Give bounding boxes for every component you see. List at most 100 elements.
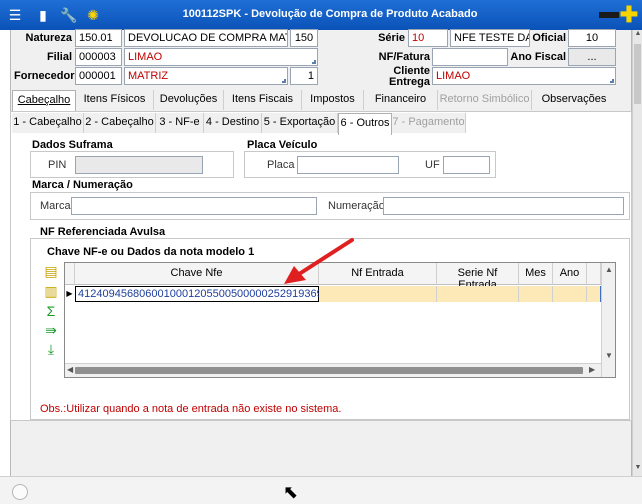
scrollbar-thumb[interactable] (634, 44, 641, 104)
uf-field[interactable] (443, 156, 490, 174)
tab-retorno-simbolico: Retorno Simbólico (438, 90, 532, 110)
filler-cell (587, 286, 601, 302)
grid-vertical-scrollbar[interactable]: ▲ ▼ (601, 263, 615, 377)
lightbulb-icon[interactable]: ✺ (84, 6, 102, 24)
natureza-number-field[interactable]: 150 (290, 29, 318, 47)
grid-scroll-up-icon[interactable]: ▲ (602, 265, 616, 274)
oficial-field[interactable]: 10 (568, 29, 616, 47)
mes-cell[interactable] (519, 286, 553, 302)
cliente-entrega-label: Cliente Entrega (370, 66, 430, 88)
serie-label: Série (378, 32, 405, 44)
ano-cell[interactable] (553, 286, 587, 302)
tab-financeiro[interactable]: Financeiro (364, 90, 438, 110)
grid-horizontal-scrollbar[interactable]: ◀ ▶ (65, 363, 601, 377)
wrench-icon[interactable]: 🔧 (60, 6, 78, 24)
placa-title: Placa Veículo (247, 139, 318, 151)
filial-label: Filial (46, 51, 72, 63)
sub-tabs: 1 - Cabeçalho 2 - Cabeçalho 3 - NF-e 4 -… (12, 113, 466, 135)
scroll-up-icon[interactable]: ▲ (633, 30, 642, 42)
resize-grip-icon (610, 79, 614, 83)
app-menu-icon[interactable]: ☰ (6, 6, 24, 24)
window-title: 100112SPK - Devolução de Compra de Produ… (182, 8, 478, 20)
natureza-code-field[interactable]: 150.01 (75, 29, 122, 47)
numeracao-field[interactable] (383, 197, 624, 215)
nf-ref-subtitle: Chave NF-e ou Dados da nota modelo 1 (47, 246, 255, 258)
serie-nf-entrada-cell[interactable] (437, 286, 519, 302)
title-bar: ☰ ▮ 🔧 ✺ 100112SPK - Devolução de Compra … (0, 0, 642, 30)
tab-observacoes[interactable]: Observações (532, 90, 616, 110)
fornecedor-code-field[interactable]: 000001 (75, 67, 122, 85)
natureza-label: Natureza (25, 32, 72, 44)
grid-corner (65, 263, 75, 285)
status-indicator-icon[interactable] (12, 484, 28, 500)
tab-impostos[interactable]: Impostos (302, 90, 364, 110)
window-scrollbar[interactable]: ▲ ▼ (632, 30, 642, 476)
cliente-entrega-field[interactable]: LIMAO (432, 67, 616, 85)
grid-scroll-right-icon[interactable]: ▶ (589, 365, 595, 374)
natureza-description-field[interactable]: DEVOLUCAO DE COMPRA MAT PRIMA (124, 29, 288, 47)
subtab-2-cabecalho[interactable]: 2 - Cabeçalho (84, 113, 156, 133)
annotation-arrow-icon (284, 238, 354, 284)
pin-field[interactable] (75, 156, 203, 174)
chave-nfe-cell[interactable]: 4124094568060010001205500500000252919369… (75, 286, 353, 302)
status-bar (0, 476, 642, 504)
row-indicator-icon: ▶ (66, 289, 73, 298)
serie-field[interactable]: 10 (408, 29, 448, 47)
fornecedor-description-field[interactable]: MATRIZ (124, 67, 288, 85)
ano-fiscal-field[interactable]: ... (568, 48, 616, 66)
col-header-serie-nf-entrada[interactable]: Serie Nf Entrada (437, 263, 519, 291)
filial-description-field[interactable]: LIMAO (124, 48, 318, 66)
nf-entrada-cell[interactable] (319, 286, 437, 302)
numeracao-label: Numeração (328, 200, 385, 212)
suframa-title: Dados Suframa (32, 139, 113, 151)
tab-devolucoes[interactable]: Devoluções (154, 90, 224, 110)
col-header-ano[interactable]: Ano (553, 263, 587, 285)
subtab-1-cabecalho[interactable]: 1 - Cabeçalho (12, 113, 84, 133)
minimize-button[interactable]: ▬ (599, 2, 619, 25)
cliente-entrega-text: LIMAO (436, 70, 471, 82)
export-icon[interactable]: ⇛ (42, 322, 60, 338)
col-header-filler (587, 263, 601, 285)
uf-label: UF (425, 159, 440, 171)
marca-field[interactable] (71, 197, 317, 215)
grid-scroll-down-icon[interactable]: ▼ (602, 351, 616, 360)
grid-hscroll-thumb[interactable] (75, 367, 583, 374)
traffic-light-icon[interactable]: ▮ (34, 6, 52, 24)
subtab-3-nfe[interactable]: 3 - NF-e (156, 113, 204, 133)
nf-ref-note: Obs.:Utilizar quando a nota de entrada n… (40, 403, 342, 415)
marca-title: Marca / Numeração (32, 179, 133, 191)
resize-grip-icon (312, 60, 316, 64)
subtab-4-destino[interactable]: 4 - Destino (204, 113, 262, 133)
oficial-label: Oficial (532, 32, 566, 44)
cliente-entrega-label-line2: Entrega (389, 76, 430, 88)
col-header-mes[interactable]: Mes (519, 263, 553, 285)
marca-label: Marca (40, 200, 71, 212)
nf-fatura-label: NF/Fatura (378, 51, 430, 63)
scroll-down-icon[interactable]: ▼ (633, 464, 642, 476)
subtab-7-pagamento: 7 - Pagamento (392, 113, 466, 133)
resize-grip-icon (282, 79, 286, 83)
add-button[interactable]: ✚ (619, 4, 639, 26)
tab-cabecalho-label: Cabeçalho (17, 94, 71, 106)
filial-code-field[interactable]: 000003 (75, 48, 122, 66)
ano-fiscal-label: Ano Fiscal (510, 51, 566, 63)
move-to-end-icon[interactable]: ⤓ (42, 341, 60, 357)
serie-description-field[interactable]: NFE TESTE DANI (450, 29, 530, 47)
tab-itens-fiscais[interactable]: Itens Fiscais (224, 90, 302, 110)
tab-cabecalho[interactable]: Cabeçalho (12, 90, 76, 112)
subtab-6-outros[interactable]: 6 - Outros (338, 113, 392, 135)
main-tabs: Cabeçalho Itens Físicos Devoluções Itens… (12, 90, 616, 112)
tab-itens-fisicos[interactable]: Itens Físicos (76, 90, 154, 110)
fornecedor-label: Fornecedor (14, 70, 75, 82)
add-row-icon[interactable]: ▤ (42, 263, 60, 279)
remove-row-icon[interactable]: ▥ (42, 283, 60, 299)
grid-scroll-left-icon[interactable]: ◀ (67, 365, 73, 374)
filial-description-text: LIMAO (128, 51, 163, 63)
placa-field[interactable] (297, 156, 399, 174)
mouse-cursor-icon: ⬉ (283, 482, 299, 502)
subtab-5-exportacao[interactable]: 5 - Exportação (262, 113, 338, 133)
nf-fatura-field[interactable] (432, 48, 508, 66)
fornecedor-number-field[interactable]: 1 (290, 67, 318, 85)
sum-icon[interactable]: Σ (42, 303, 60, 319)
pin-label: PIN (48, 159, 67, 171)
